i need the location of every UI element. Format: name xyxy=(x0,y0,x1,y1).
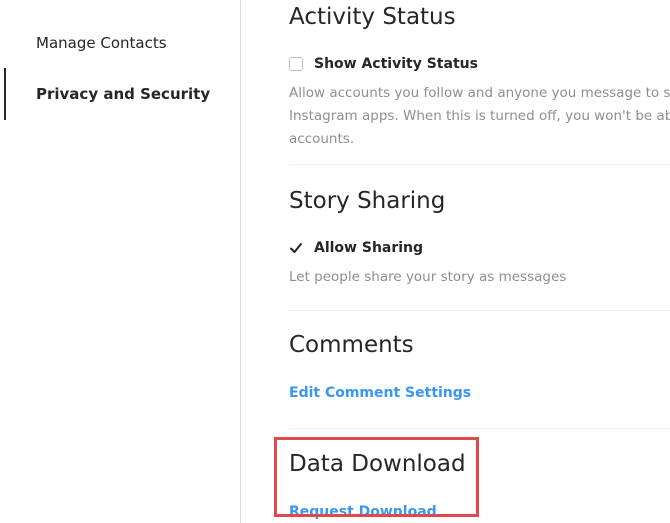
sidebar-item-privacy-and-security[interactable]: Privacy and Security xyxy=(4,68,240,120)
story-sharing-help-text: Let people share your story as messages xyxy=(289,269,567,285)
help-line: Allow accounts you follow and anyone you… xyxy=(289,85,670,101)
section-divider xyxy=(289,164,670,165)
activity-status-title: Activity Status xyxy=(289,4,456,30)
story-sharing-title: Story Sharing xyxy=(289,188,446,214)
sidebar-item-label: Privacy and Security xyxy=(36,85,211,103)
show-activity-status-label: Show Activity Status xyxy=(314,56,478,72)
edit-comment-settings-link[interactable]: Edit Comment Settings xyxy=(289,385,471,401)
data-download-title: Data Download xyxy=(289,451,466,477)
settings-page: Manage Contacts Privacy and Security Act… xyxy=(0,0,670,523)
activity-status-help-text: Allow accounts you follow and anyone you… xyxy=(289,82,670,151)
checkmark-icon xyxy=(290,243,302,253)
comments-title: Comments xyxy=(289,332,414,358)
help-line: Instagram apps. When this is turned off,… xyxy=(289,108,670,124)
request-download-link[interactable]: Request Download xyxy=(289,504,437,520)
section-divider xyxy=(289,428,670,429)
settings-content: Activity Status Show Activity Status All… xyxy=(241,0,670,523)
section-divider xyxy=(289,310,670,311)
allow-sharing-label: Allow Sharing xyxy=(314,240,424,256)
sidebar-item-label: Manage Contacts xyxy=(36,34,167,52)
allow-sharing-checkbox[interactable] xyxy=(289,241,303,255)
settings-sidebar: Manage Contacts Privacy and Security xyxy=(0,0,241,523)
allow-sharing-checkbox-row[interactable]: Allow Sharing xyxy=(289,240,423,256)
show-activity-status-checkbox-row[interactable]: Show Activity Status xyxy=(289,56,478,72)
help-line: accounts. xyxy=(289,131,355,147)
sidebar-item-manage-contacts[interactable]: Manage Contacts xyxy=(4,17,240,69)
show-activity-status-checkbox[interactable] xyxy=(289,57,303,71)
